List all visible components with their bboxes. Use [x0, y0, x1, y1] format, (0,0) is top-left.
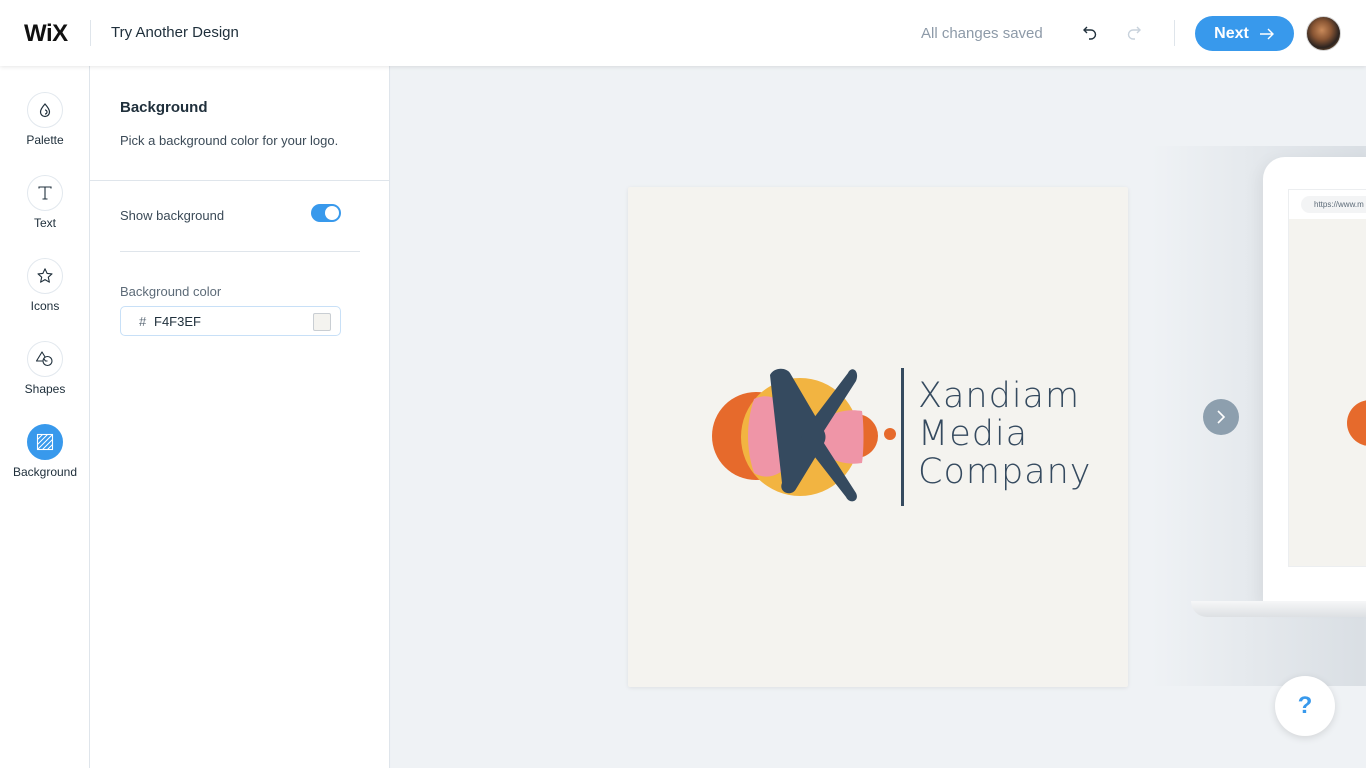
rail-icon-circle [27, 258, 63, 294]
rail-icon-circle [27, 92, 63, 128]
divider [90, 180, 390, 181]
undo-icon [1083, 26, 1097, 40]
drop-icon [39, 103, 51, 118]
chevron-right-icon [1217, 410, 1226, 424]
divider [120, 251, 360, 252]
top-bar: WiX Try Another Design All changes saved… [0, 0, 1366, 66]
arrow-right-icon [1259, 28, 1274, 39]
mockup-logo-preview [1347, 400, 1366, 446]
undo-button[interactable] [1075, 19, 1103, 47]
browser-bar: https://www.m [1289, 190, 1366, 219]
design-canvas: https://www.m Xandiam Media Company ? [391, 66, 1366, 768]
save-status: All changes saved [921, 25, 1043, 42]
hash-prefix: # [139, 314, 147, 329]
background-hatch-icon [36, 433, 54, 451]
rail-item-text[interactable]: Text [0, 175, 90, 247]
next-label: Next [1214, 24, 1249, 42]
divider [1174, 20, 1175, 46]
background-color-label: Background color [120, 284, 222, 299]
rail-icon-circle [27, 341, 63, 377]
help-button[interactable]: ? [1275, 676, 1335, 736]
browser-url: https://www.m [1301, 196, 1366, 213]
panel-description: Pick a background color for your logo. [120, 133, 339, 148]
rail-icon-circle [27, 175, 63, 211]
try-another-design-link[interactable]: Try Another Design [111, 24, 239, 41]
logo-preview-card[interactable]: Xandiam Media Company [628, 187, 1128, 687]
rail-item-shapes[interactable]: Shapes [0, 341, 90, 413]
laptop-mockup[interactable]: https://www.m [1263, 157, 1366, 603]
color-hex-value[interactable]: F4F3EF [154, 314, 201, 329]
logo-divider-bar [901, 368, 904, 506]
logo-text-line1: Xandiam [918, 376, 1081, 416]
rail-label: Palette [26, 133, 64, 147]
background-panel: Background Pick a background color for y… [90, 66, 390, 768]
background-color-input[interactable]: # F4F3EF [120, 306, 341, 336]
panel-title: Background [120, 99, 208, 116]
color-swatch[interactable] [313, 313, 331, 331]
rail-label: Text [33, 216, 56, 230]
shapes-icon [35, 351, 53, 367]
rail-item-background[interactable]: Background [0, 424, 90, 496]
laptop-screen: https://www.m [1288, 189, 1366, 567]
next-design-button[interactable] [1203, 399, 1239, 435]
redo-icon [1127, 26, 1141, 40]
rail-label: Icons [30, 299, 60, 313]
logo-brand-text: Xandiam Media Company [918, 377, 1092, 491]
show-background-label: Show background [120, 208, 225, 223]
rail-icon-circle [27, 424, 63, 460]
next-button[interactable]: Next [1195, 16, 1294, 51]
text-t-icon [38, 186, 52, 200]
tool-rail: Palette Text Icons Shapes Background [0, 66, 90, 768]
rail-label: Shapes [24, 382, 66, 396]
rail-item-palette[interactable]: Palette [0, 92, 90, 164]
show-background-toggle[interactable] [311, 204, 341, 222]
orange-dot [884, 428, 896, 440]
star-icon [37, 268, 53, 283]
logo-text-line2: Media [918, 414, 1029, 454]
wix-logo[interactable]: WiX [24, 20, 68, 48]
laptop-base [1191, 601, 1366, 617]
logo-text-line3: Company [918, 452, 1092, 492]
rail-label: Background [12, 465, 78, 479]
rail-item-icons[interactable]: Icons [0, 258, 90, 330]
redo-button[interactable] [1121, 19, 1149, 47]
toggle-knob [325, 206, 339, 220]
divider [90, 20, 91, 46]
user-avatar[interactable] [1306, 16, 1341, 51]
